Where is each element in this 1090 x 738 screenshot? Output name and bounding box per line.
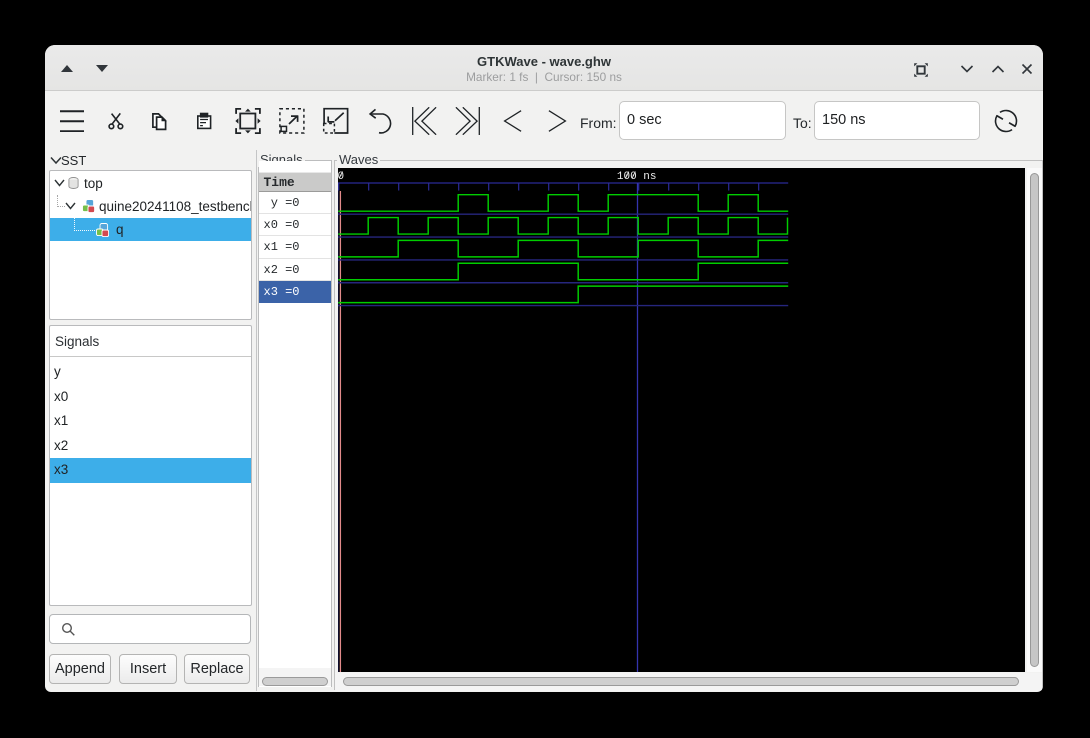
svg-text:100 ns: 100 ns bbox=[617, 171, 657, 183]
svg-text:0: 0 bbox=[338, 171, 344, 183]
